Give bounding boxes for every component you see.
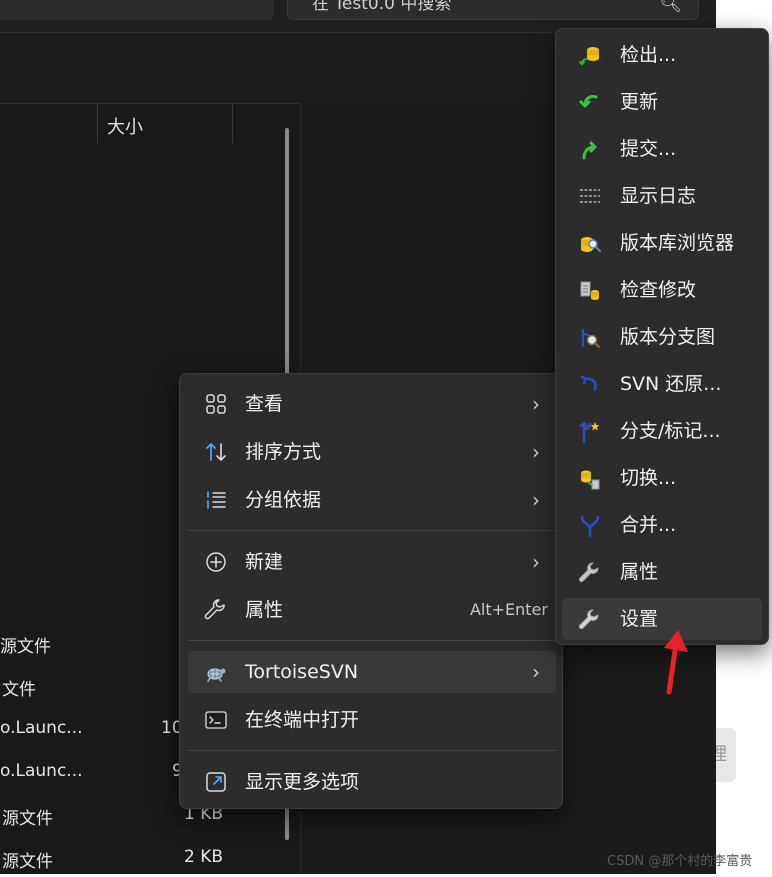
submenu-item-checkout[interactable]: 检出... bbox=[562, 34, 762, 76]
menu-item-group-by[interactable]: 分组依据 › bbox=[188, 479, 556, 521]
file-row[interactable]: 文件 bbox=[2, 675, 36, 705]
checkout-icon bbox=[579, 47, 599, 66]
merge-icon bbox=[580, 515, 600, 538]
search-input[interactable]: 在 Test0.0 中搜索 🔍︎ bbox=[287, 0, 699, 20]
branch-tag-icon bbox=[579, 421, 600, 444]
commit-icon bbox=[582, 141, 597, 160]
log-icon bbox=[580, 189, 600, 203]
sort-arrows-icon bbox=[206, 443, 226, 461]
tortoisesvn-submenu: 检出... 更新 提交... 显示日志 版本库浏览器 检查修改 版本分支图 SV… bbox=[555, 28, 769, 645]
menu-item-label: 排序方式 bbox=[245, 441, 322, 463]
submenu-item-label: 版本库浏览器 bbox=[620, 232, 735, 254]
file-size: 2 KB bbox=[184, 847, 224, 867]
wrench-icon bbox=[204, 599, 225, 620]
submenu-item-branch-tag[interactable]: 分支/标记... bbox=[562, 410, 762, 452]
context-menu: 查看 › 排序方式 › 分组依据 › 新建 › 属性 Alt+Enter Tor… bbox=[179, 373, 563, 809]
submenu-item-revert[interactable]: SVN 还原... bbox=[562, 363, 762, 405]
menu-item-view[interactable]: 查看 › bbox=[188, 383, 556, 425]
menu-item-label: 在终端中打开 bbox=[245, 709, 360, 731]
chevron-right-icon: › bbox=[532, 550, 540, 574]
side-button[interactable]: 理 bbox=[716, 728, 736, 782]
chevron-right-icon: › bbox=[532, 488, 540, 512]
submenu-item-revision-graph[interactable]: 版本分支图 bbox=[562, 316, 762, 358]
update-icon bbox=[579, 95, 598, 108]
submenu-item-check-modifications[interactable]: 检查修改 bbox=[562, 269, 762, 311]
wrench-icon bbox=[578, 609, 599, 630]
annotation-arrow-icon bbox=[664, 630, 688, 695]
submenu-item-switch[interactable]: 切换... bbox=[562, 457, 762, 499]
chevron-right-icon: › bbox=[532, 660, 540, 684]
check-modifications-icon bbox=[580, 281, 599, 300]
submenu-item-label: 版本分支图 bbox=[620, 326, 716, 348]
open-external-icon bbox=[206, 772, 226, 792]
submenu-item-label: 分支/标记... bbox=[620, 420, 721, 442]
menu-item-sort[interactable]: 排序方式 › bbox=[188, 431, 556, 473]
chevron-right-icon: › bbox=[532, 392, 540, 416]
submenu-item-label: 更新 bbox=[620, 91, 659, 113]
terminal-icon bbox=[205, 711, 227, 729]
menu-item-tortoisesvn[interactable]: TortoiseSVN › bbox=[188, 651, 556, 693]
tortoise-icon bbox=[207, 668, 226, 682]
menu-item-new[interactable]: 新建 › bbox=[188, 541, 556, 583]
submenu-item-label: SVN 还原... bbox=[620, 373, 722, 395]
switch-icon bbox=[581, 470, 600, 490]
menu-item-label: 属性 bbox=[245, 599, 284, 621]
group-list-icon bbox=[207, 491, 226, 509]
menu-item-open-terminal[interactable]: 在终端中打开 bbox=[188, 699, 556, 741]
submenu-item-label: 显示日志 bbox=[620, 185, 697, 207]
shortcut-label: Alt+Enter bbox=[469, 600, 548, 619]
menu-separator bbox=[188, 640, 556, 641]
search-placeholder: 在 Test0.0 中搜索 bbox=[312, 0, 452, 14]
plus-circle-icon bbox=[206, 552, 226, 572]
submenu-item-merge[interactable]: 合并... bbox=[562, 504, 762, 546]
revert-icon bbox=[580, 375, 597, 391]
grid-view-icon bbox=[206, 394, 226, 414]
menu-item-label: 显示更多选项 bbox=[245, 771, 360, 793]
column-header-size[interactable]: 大小 bbox=[107, 113, 143, 139]
menu-item-label: 新建 bbox=[245, 551, 284, 573]
submenu-item-commit[interactable]: 提交... bbox=[562, 128, 762, 170]
address-bar[interactable] bbox=[0, 0, 274, 20]
file-row[interactable]: 源文件 bbox=[2, 847, 53, 877]
submenu-item-label: 属性 bbox=[620, 561, 659, 583]
repo-browser-icon bbox=[581, 237, 602, 253]
submenu-item-update[interactable]: 更新 bbox=[562, 81, 762, 123]
submenu-item-label: 检查修改 bbox=[620, 279, 697, 301]
file-row[interactable]: o.Launc... bbox=[0, 718, 83, 748]
submenu-item-show-log[interactable]: 显示日志 bbox=[562, 175, 762, 217]
submenu-item-properties[interactable]: 属性 bbox=[562, 551, 762, 593]
submenu-item-label: 检出... bbox=[620, 44, 677, 66]
submenu-item-label: 合并... bbox=[620, 514, 677, 536]
submenu-item-label: 设置 bbox=[620, 608, 659, 630]
submenu-item-repo-browser[interactable]: 版本库浏览器 bbox=[562, 222, 762, 264]
menu-item-label: 查看 bbox=[245, 393, 284, 415]
file-row[interactable]: 源文件 bbox=[0, 632, 51, 662]
search-icon: 🔍︎ bbox=[659, 0, 682, 14]
menu-item-label: 分组依据 bbox=[245, 489, 322, 511]
revision-graph-icon bbox=[581, 329, 601, 349]
submenu-item-label: 切换... bbox=[620, 467, 677, 489]
file-row[interactable]: 源文件 bbox=[2, 804, 53, 834]
menu-item-label: TortoiseSVN bbox=[245, 661, 359, 683]
watermark: CSDN @那个村的李富贵 bbox=[607, 854, 753, 869]
chevron-right-icon: › bbox=[532, 440, 540, 464]
menu-item-more-options[interactable]: 显示更多选项 bbox=[188, 761, 556, 803]
wrench-icon bbox=[578, 562, 599, 583]
menu-separator bbox=[188, 750, 556, 751]
menu-item-properties[interactable]: 属性 Alt+Enter bbox=[188, 589, 556, 631]
submenu-item-label: 提交... bbox=[620, 138, 677, 160]
menu-separator bbox=[188, 530, 556, 531]
column-separator[interactable] bbox=[97, 103, 98, 143]
file-row[interactable]: o.Launc... bbox=[0, 761, 83, 791]
column-separator[interactable] bbox=[232, 103, 233, 143]
